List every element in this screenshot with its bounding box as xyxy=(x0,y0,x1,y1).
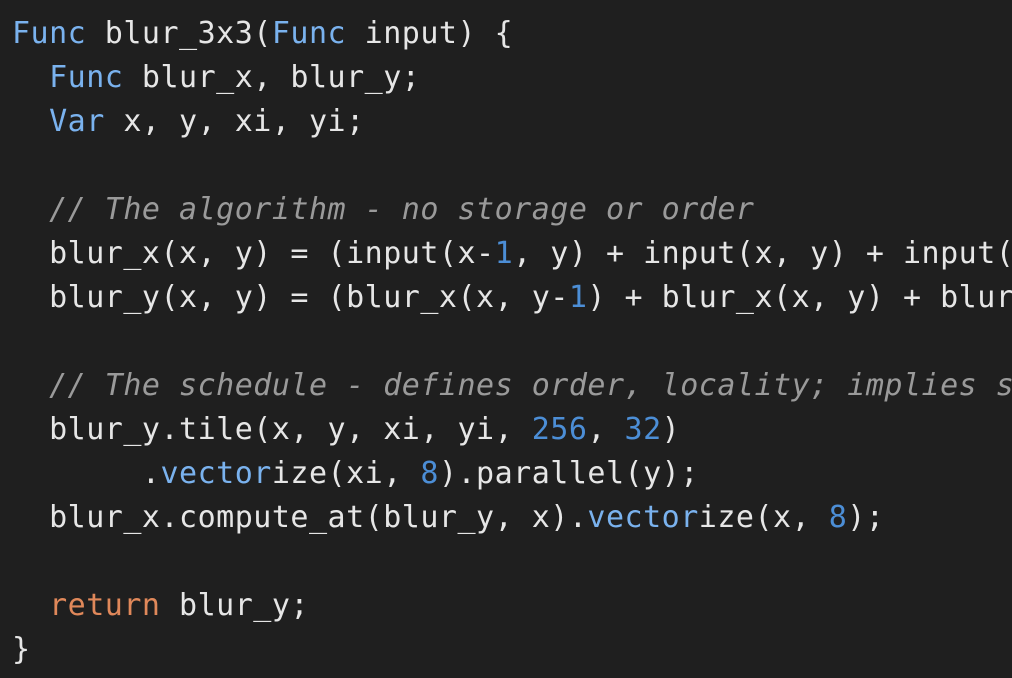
code-text-token: ) xyxy=(661,412,681,447)
code-line: Var x, y, xi, yi; xyxy=(12,100,1012,144)
code-text-token: x, y, xi, yi; xyxy=(104,104,365,139)
number-literal-token: 256 xyxy=(531,412,588,447)
code-text-token: ).parallel(y); xyxy=(438,456,699,491)
code-text-token: blur_x, blur_y; xyxy=(123,60,421,95)
code-editor[interactable]: Func blur_3x3(Func input) { Func blur_x,… xyxy=(0,0,1012,678)
number-literal-token: 1 xyxy=(568,280,588,315)
code-line: return blur_y; xyxy=(12,584,1012,628)
keyword-token: Func xyxy=(12,16,87,51)
number-literal-token: 8 xyxy=(828,500,848,535)
code-text-token: , y) + input(x, y) + input(x+ xyxy=(513,236,1012,271)
code-text-token: input) { xyxy=(346,16,514,51)
code-text-token: blur_x(x, y) = (input(x- xyxy=(12,236,495,271)
keyword-token: Var xyxy=(49,104,105,139)
code-text-token: ize(x, xyxy=(698,500,829,535)
keyword-token: vector xyxy=(587,500,699,535)
code-line: Func blur_3x3(Func input) { xyxy=(12,12,1012,56)
code-text-token: blur_y(x, y) = (blur_x(x, y- xyxy=(12,280,569,315)
keyword-token: vector xyxy=(160,456,272,491)
keyword-token: Func xyxy=(271,16,347,51)
code-text-token: . xyxy=(12,456,161,491)
code-text-token: ) + blur_x(x, y) + blur_x xyxy=(587,280,1012,315)
code-line: // The schedule - defines order, localit… xyxy=(12,364,1012,408)
code-line: Func blur_x, blur_y; xyxy=(12,56,1012,100)
code-line: blur_x.compute_at(blur_y, x).vectorize(x… xyxy=(12,496,1012,540)
code-line: .vectorize(xi, 8).parallel(y); xyxy=(12,452,1012,496)
code-text-token: blur_y; xyxy=(160,588,309,623)
return-keyword-token: return xyxy=(49,588,161,623)
code-text-token: , xyxy=(587,412,625,447)
number-literal-token: 32 xyxy=(624,412,662,447)
code-text-token: ); xyxy=(847,500,885,535)
code-text-token: blur_x.compute_at(blur_y, x). xyxy=(12,500,588,535)
comment-token: // The schedule - defines order, localit… xyxy=(49,368,1012,403)
code-text-token: } xyxy=(12,632,31,667)
code-text-token: ize(xi, xyxy=(271,456,421,491)
code-text-token: blur_3x3( xyxy=(86,16,272,51)
number-literal-token: 8 xyxy=(420,456,439,491)
code-text-token: blur_y.tile(x, y, xi, yi, xyxy=(12,412,532,447)
code-line: blur_y.tile(x, y, xi, yi, 256, 32) xyxy=(12,408,1012,452)
code-block[interactable]: Func blur_3x3(Func input) { Func blur_x,… xyxy=(12,12,1012,672)
number-literal-token: 1 xyxy=(494,236,514,271)
comment-token: // The algorithm - no storage or order xyxy=(49,192,755,227)
code-line: blur_x(x, y) = (input(x-1, y) + input(x,… xyxy=(12,232,1012,276)
code-line: } xyxy=(12,628,1012,672)
keyword-token: Func xyxy=(49,60,124,95)
code-line: // The algorithm - no storage or order xyxy=(12,188,1012,232)
code-line: blur_y(x, y) = (blur_x(x, y-1) + blur_x(… xyxy=(12,276,1012,320)
